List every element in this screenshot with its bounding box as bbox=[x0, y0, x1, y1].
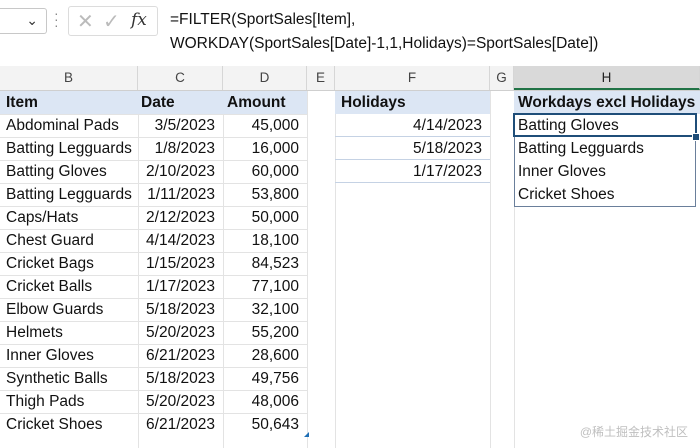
table-cell-item[interactable]: Cricket Balls bbox=[0, 275, 138, 298]
table-cell-item[interactable]: Batting Legguards bbox=[0, 137, 138, 160]
formula-line-2: WORKDAY(SportSales[Date]-1,1,Holidays)=S… bbox=[170, 35, 599, 52]
table-cell-amount[interactable]: 77,100 bbox=[223, 275, 307, 298]
table-resize-handle[interactable] bbox=[304, 432, 309, 437]
holiday-cell[interactable]: 5/18/2023 bbox=[335, 137, 490, 160]
holiday-cell[interactable]: 1/17/2023 bbox=[335, 160, 490, 183]
table-cell-amount[interactable]: 16,000 bbox=[223, 137, 307, 160]
table-cell-date[interactable]: 6/21/2023 bbox=[138, 344, 223, 367]
table-cell-date[interactable]: 1/15/2023 bbox=[138, 252, 223, 275]
drag-handle-icon[interactable]: · · · bbox=[54, 6, 60, 32]
result-header[interactable]: Workdays excl Holidays bbox=[514, 91, 700, 114]
table-cell-item[interactable]: Chest Guard bbox=[0, 229, 138, 252]
table-cell-item[interactable]: Batting Legguards bbox=[0, 183, 138, 206]
formula-bar: ⌄ · · · ✕ ✓ fx =FILTER(SportSales[Item], W… bbox=[0, 0, 700, 67]
column-header-c[interactable]: C bbox=[138, 66, 223, 90]
table-cell-amount[interactable]: 84,523 bbox=[223, 252, 307, 275]
table-cell-amount[interactable]: 48,006 bbox=[223, 390, 307, 413]
table-cell-item[interactable]: Inner Gloves bbox=[0, 344, 138, 367]
table-cell-date[interactable]: 1/11/2023 bbox=[138, 183, 223, 206]
table-cell-date[interactable]: 5/20/2023 bbox=[138, 390, 223, 413]
table-cell-item[interactable]: Synthetic Balls bbox=[0, 367, 138, 390]
table-cell-item[interactable]: Elbow Guards bbox=[0, 298, 138, 321]
table-cell-amount[interactable]: 18,100 bbox=[223, 229, 307, 252]
table-cell-item[interactable]: Thigh Pads bbox=[0, 390, 138, 413]
table-cell-amount[interactable]: 45,000 bbox=[223, 114, 307, 137]
table-cell-date[interactable]: 5/18/2023 bbox=[138, 298, 223, 321]
table-cell-item[interactable]: Batting Gloves bbox=[0, 160, 138, 183]
table-cell-amount[interactable]: 32,100 bbox=[223, 298, 307, 321]
name-box[interactable]: ⌄ bbox=[0, 8, 47, 34]
table-cell-date[interactable]: 3/5/2023 bbox=[138, 114, 223, 137]
column-header-f[interactable]: F bbox=[335, 66, 490, 90]
column-header-d[interactable]: D bbox=[223, 66, 307, 90]
table-cell-amount[interactable]: 28,600 bbox=[223, 344, 307, 367]
table-cell-item[interactable]: Helmets bbox=[0, 321, 138, 344]
column-header-h[interactable]: H bbox=[514, 66, 700, 90]
holiday-cell[interactable]: 4/14/2023 bbox=[335, 114, 490, 137]
column-header-e[interactable]: E bbox=[307, 66, 335, 90]
enter-check-icon[interactable]: ✓ bbox=[103, 9, 120, 34]
table-cell-item[interactable]: Abdominal Pads bbox=[0, 114, 138, 137]
table-cell-date[interactable]: 5/18/2023 bbox=[138, 367, 223, 390]
table-cell-amount[interactable]: 55,200 bbox=[223, 321, 307, 344]
formula-buttons: ✕ ✓ fx bbox=[68, 6, 158, 36]
table-header-amount[interactable]: Amount bbox=[223, 91, 307, 114]
column-header-g[interactable]: G bbox=[490, 66, 514, 90]
table-cell-amount[interactable]: 50,643 bbox=[223, 413, 307, 436]
column-header-row: B C D E F G H bbox=[0, 66, 700, 91]
column-header-b[interactable]: B bbox=[0, 66, 138, 90]
table-cell-date[interactable]: 6/21/2023 bbox=[138, 413, 223, 436]
table-header-date[interactable]: Date bbox=[138, 91, 223, 114]
table-cell-date[interactable]: 1/8/2023 bbox=[138, 137, 223, 160]
formula-input[interactable]: =FILTER(SportSales[Item], WORKDAY(SportS… bbox=[170, 8, 690, 56]
active-cell[interactable] bbox=[513, 113, 697, 137]
table-cell-date[interactable]: 2/10/2023 bbox=[138, 160, 223, 183]
table-cell-date[interactable]: 1/17/2023 bbox=[138, 275, 223, 298]
table-cell-date[interactable]: 2/12/2023 bbox=[138, 206, 223, 229]
holidays-header[interactable]: Holidays bbox=[335, 91, 490, 114]
watermark: @稀土掘金技术社区 bbox=[579, 425, 688, 439]
table-cell-amount[interactable]: 50,000 bbox=[223, 206, 307, 229]
table-header-item[interactable]: Item bbox=[0, 91, 138, 114]
worksheet-grid[interactable]: Item Date Amount Abdominal Pads 3/5/2023 4… bbox=[0, 91, 700, 448]
table-cell-item[interactable]: Cricket Bags bbox=[0, 252, 138, 275]
table-cell-item[interactable]: Caps/Hats bbox=[0, 206, 138, 229]
formula-line-1: =FILTER(SportSales[Item], bbox=[170, 11, 356, 28]
cancel-icon[interactable]: ✕ bbox=[77, 9, 94, 34]
table-cell-date[interactable]: 4/14/2023 bbox=[138, 229, 223, 252]
fill-handle[interactable] bbox=[692, 133, 700, 141]
table-cell-date[interactable]: 5/20/2023 bbox=[138, 321, 223, 344]
table-cell-amount[interactable]: 53,800 bbox=[223, 183, 307, 206]
table-cell-item[interactable]: Cricket Shoes bbox=[0, 413, 138, 436]
insert-function-icon[interactable]: fx bbox=[131, 10, 147, 30]
chevron-down-icon[interactable]: ⌄ bbox=[26, 12, 38, 29]
table-cell-amount[interactable]: 49,756 bbox=[223, 367, 307, 390]
table-cell-amount[interactable]: 60,000 bbox=[223, 160, 307, 183]
